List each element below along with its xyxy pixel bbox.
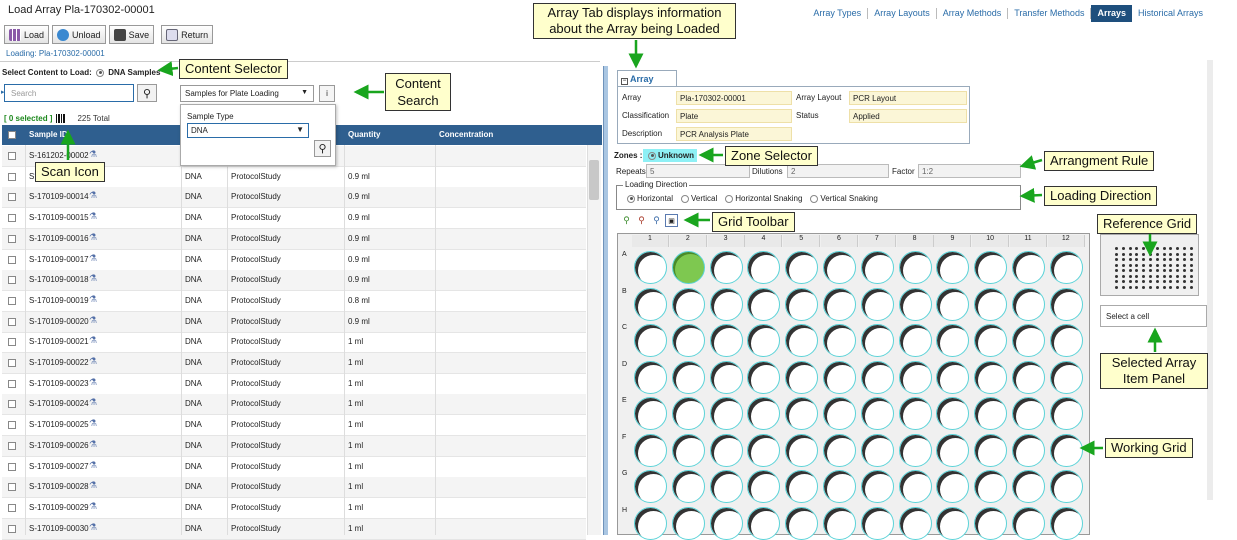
arrow-content-selector	[157, 61, 179, 77]
callout-arrows	[60, 40, 1163, 456]
arrow-arrangement-rule	[1019, 155, 1043, 170]
arrow-loading-direction	[1019, 187, 1043, 203]
